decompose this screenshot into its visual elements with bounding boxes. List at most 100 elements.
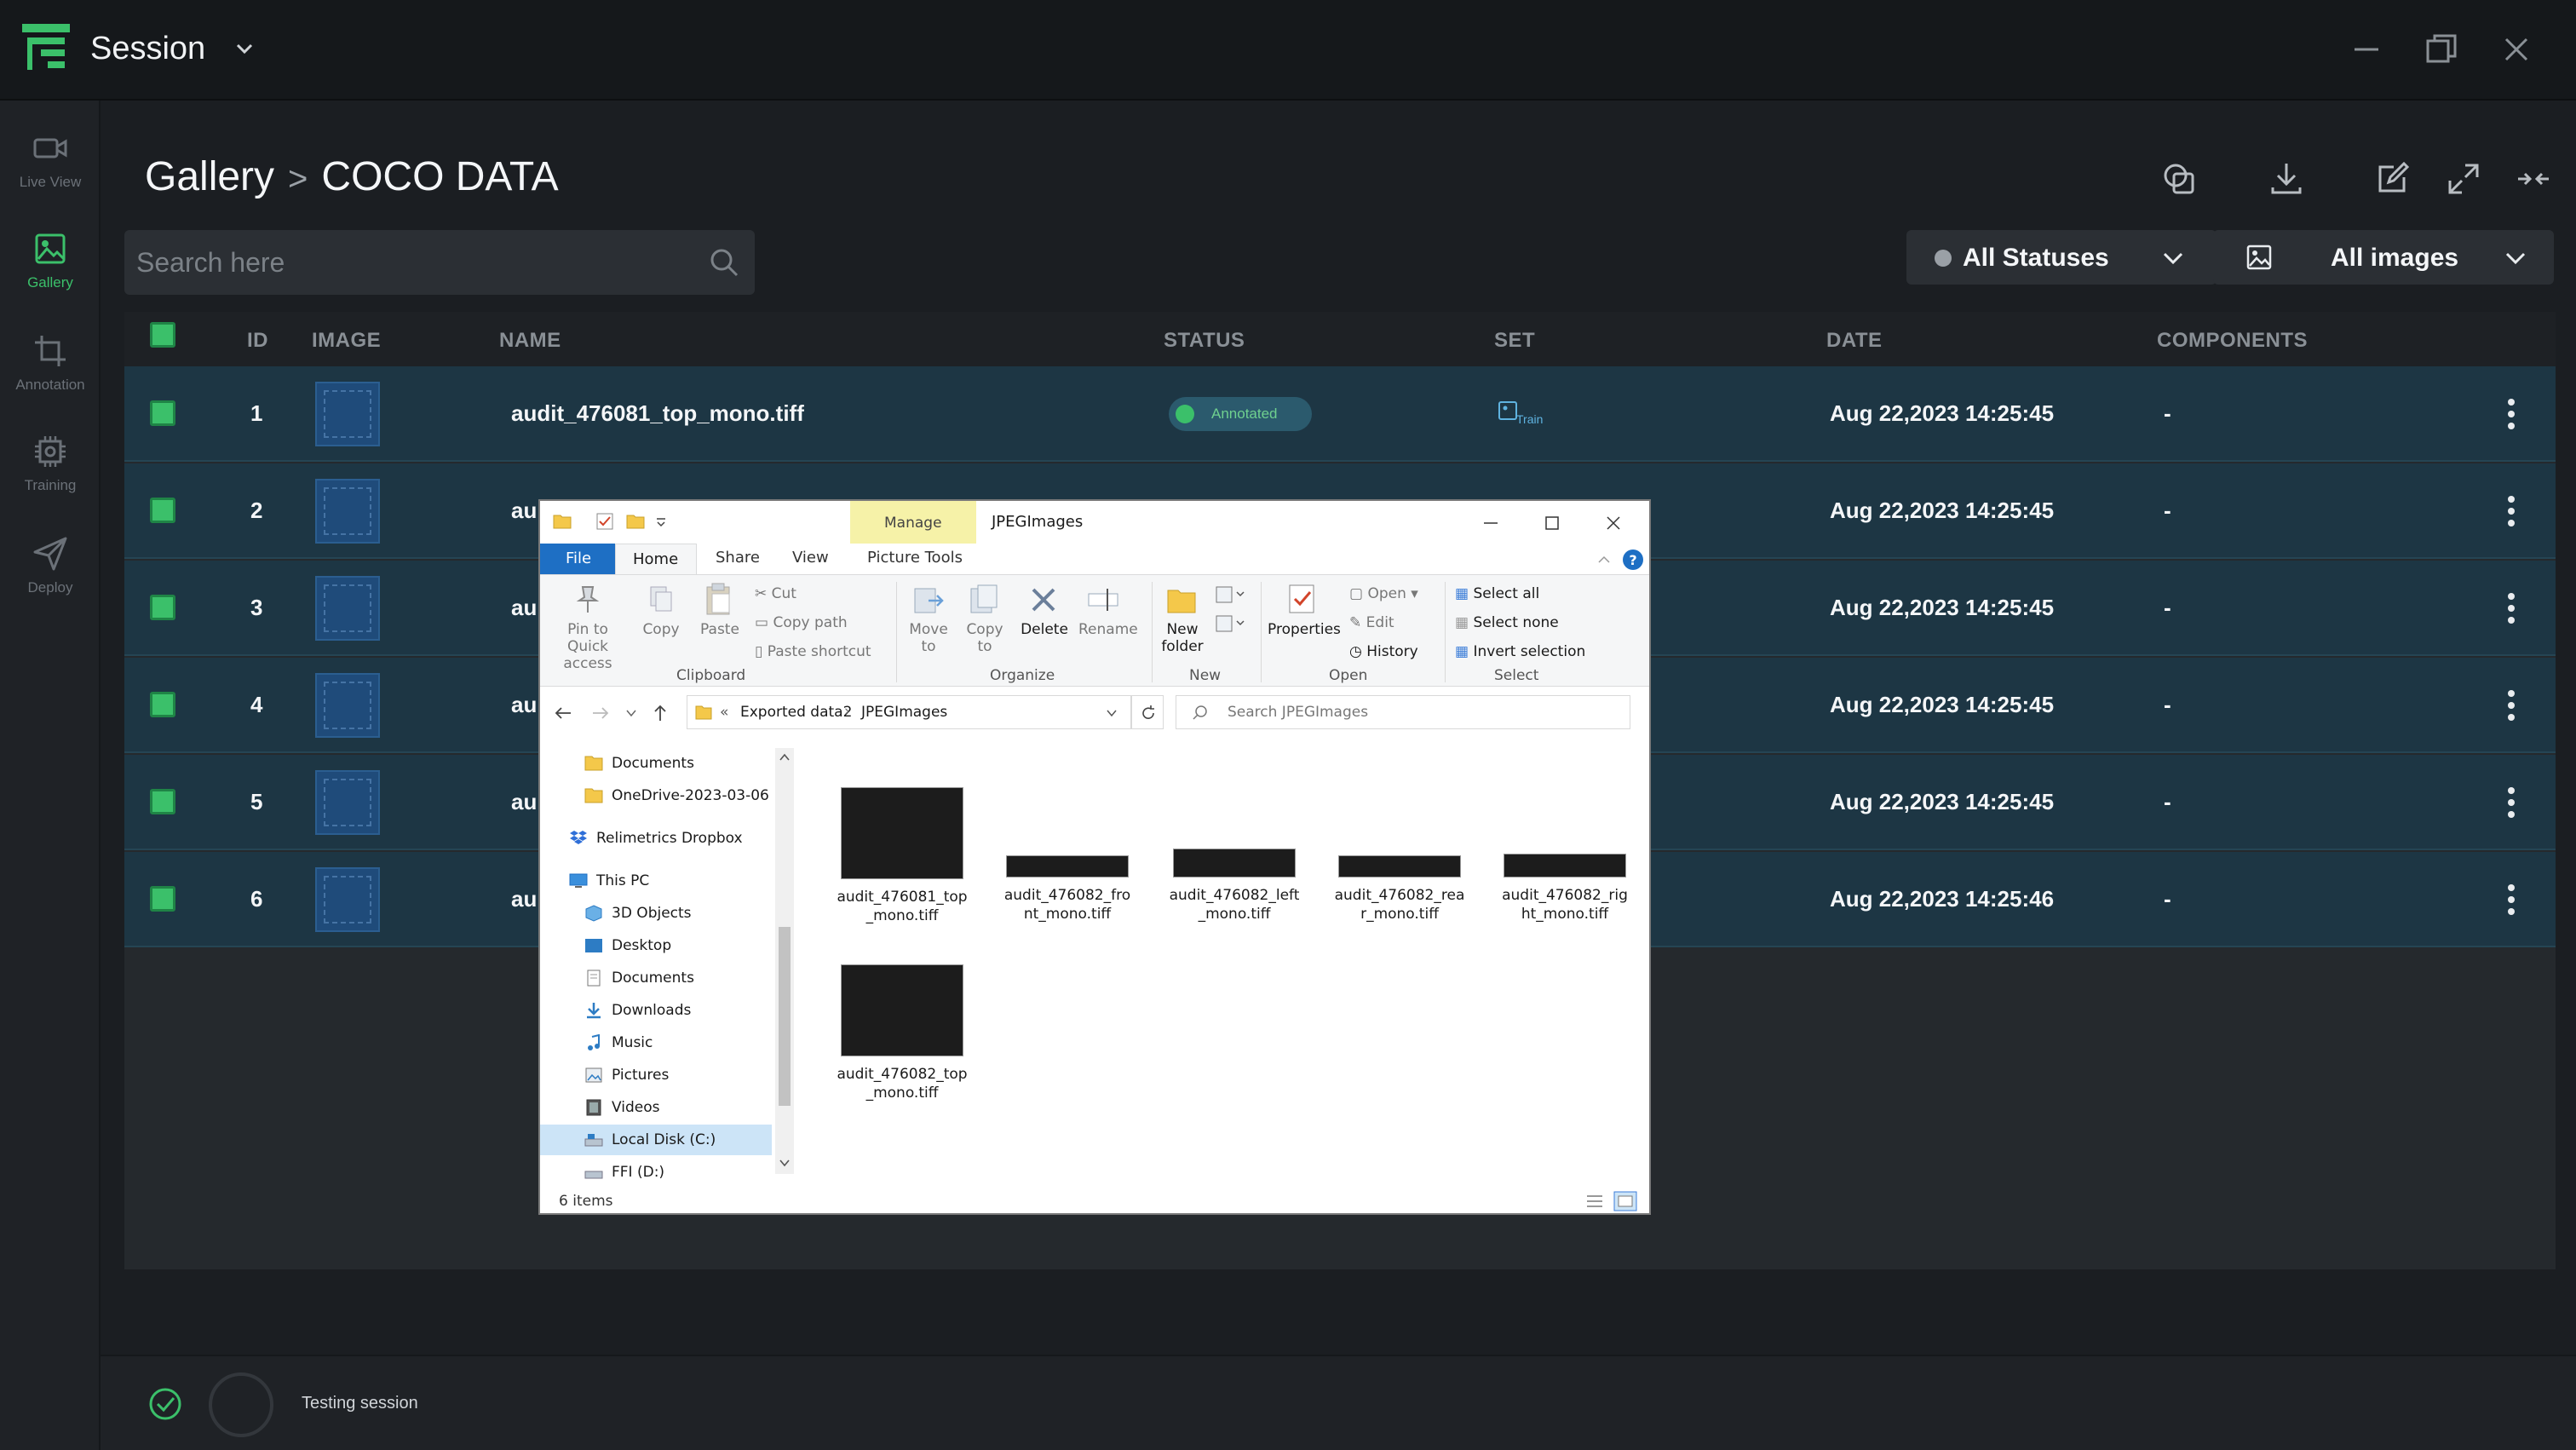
cut-button[interactable]: ✂ Cut — [755, 585, 796, 602]
copy-button[interactable]: Copy — [641, 621, 681, 638]
file-item[interactable]: audit_476082_rea r_mono.tiff — [1327, 855, 1472, 924]
nav-item-downloads[interactable]: Downloads — [540, 995, 772, 1026]
row-checkbox[interactable] — [150, 595, 175, 620]
rail-item-gallery[interactable]: Gallery — [0, 230, 101, 315]
more-options-icon[interactable] — [2506, 688, 2516, 722]
row-thumbnail[interactable] — [315, 867, 380, 932]
row-thumbnail[interactable] — [315, 576, 380, 641]
help-icon[interactable]: ? — [1622, 549, 1644, 571]
properties-button[interactable]: Properties — [1268, 621, 1341, 638]
rail-item-live-view[interactable]: Live View — [0, 129, 101, 215]
file-item[interactable]: audit_476082_rig ht_mono.tiff — [1492, 854, 1637, 924]
minimize-icon[interactable] — [2348, 31, 2385, 68]
file-item[interactable]: audit_476082_top _mono.tiff — [830, 964, 975, 1102]
edit-icon[interactable] — [2373, 160, 2411, 198]
move-to-button[interactable]: Move to — [905, 621, 952, 655]
more-options-icon[interactable] — [2506, 883, 2516, 917]
nav-item-music[interactable]: Music — [540, 1027, 772, 1058]
paste-button[interactable]: Paste — [697, 621, 743, 638]
rail-item-deploy[interactable]: Deploy — [0, 535, 101, 620]
column-header-date[interactable]: DATE — [1826, 329, 1883, 353]
more-options-icon[interactable] — [2506, 494, 2516, 528]
breadcrumb-gallery[interactable]: Gallery — [145, 154, 274, 199]
nav-item-documents-pc[interactable]: Documents — [540, 963, 772, 993]
delete-button[interactable]: Delete — [1019, 621, 1070, 638]
scroll-down-icon[interactable] — [779, 1157, 791, 1169]
chevron-down-icon[interactable] — [235, 39, 254, 58]
nav-item-ffi-drive[interactable]: FFI (D:) — [540, 1157, 772, 1182]
row-checkbox[interactable] — [150, 886, 175, 912]
scroll-up-icon[interactable] — [779, 751, 791, 763]
row-thumbnail[interactable] — [315, 382, 380, 446]
tab-home[interactable]: Home — [615, 544, 697, 576]
nav-item-onedrive[interactable]: OneDrive-2023-03-06 — [540, 780, 772, 811]
new-item-icons[interactable] — [1213, 582, 1249, 638]
quick-access-dropdown-icon[interactable] — [654, 515, 668, 528]
expand-icon[interactable] — [2445, 160, 2482, 198]
paste-shortcut-button[interactable]: ▯ Paste shortcut — [755, 643, 871, 660]
scroll-thumb[interactable] — [779, 927, 791, 1106]
column-header-set[interactable]: SET — [1494, 329, 1535, 353]
maximize-icon[interactable] — [1542, 513, 1562, 533]
row-checkbox[interactable] — [150, 400, 175, 426]
row-checkbox[interactable] — [150, 498, 175, 523]
up-arrow-icon[interactable] — [651, 704, 670, 722]
more-options-icon[interactable] — [2506, 397, 2516, 431]
address-segment-jpegimages[interactable]: JPEGImages — [861, 704, 947, 721]
file-item[interactable]: audit_476082_left _mono.tiff — [1162, 849, 1307, 924]
history-button[interactable]: ◷ History — [1349, 643, 1418, 660]
nav-item-videos[interactable]: Videos — [540, 1092, 772, 1123]
collapse-ribbon-icon[interactable] — [1596, 552, 1612, 567]
image-filter-dropdown[interactable]: All images — [2213, 230, 2554, 285]
tab-view[interactable]: View — [792, 549, 829, 567]
address-dropdown-icon[interactable] — [1105, 706, 1118, 720]
select-all-button[interactable]: ▦ Select all — [1455, 585, 1539, 602]
explorer-search-box[interactable]: Search JPEGImages — [1176, 695, 1630, 729]
column-header-components[interactable]: COMPONENTS — [2157, 329, 2308, 353]
more-options-icon[interactable] — [2506, 785, 2516, 820]
rail-item-training[interactable]: Training — [0, 433, 101, 518]
file-item[interactable]: audit_476081_top _mono.tiff — [830, 787, 975, 925]
close-icon[interactable] — [2498, 31, 2535, 68]
large-icons-view-icon[interactable] — [1613, 1191, 1637, 1211]
rail-item-annotation[interactable]: Annotation — [0, 332, 101, 417]
more-options-icon[interactable] — [2506, 591, 2516, 625]
nav-item-desktop[interactable]: Desktop — [540, 930, 772, 961]
close-icon[interactable] — [1603, 513, 1624, 533]
nav-item-dropbox[interactable]: Relimetrics Dropbox — [540, 823, 772, 854]
nav-item-local-disk[interactable]: Local Disk (C:) — [540, 1125, 772, 1155]
row-checkbox[interactable] — [150, 692, 175, 717]
row-thumbnail[interactable] — [315, 770, 380, 835]
download-icon[interactable] — [2268, 160, 2305, 198]
address-segment-exported-data2[interactable]: Exported data2 — [740, 704, 852, 721]
compare-icon[interactable] — [2160, 160, 2198, 198]
address-bar[interactable]: « Exported data2 › JPEGImages — [687, 695, 1131, 729]
back-arrow-icon[interactable] — [554, 704, 572, 722]
edit-button[interactable]: ✎ Edit — [1349, 614, 1394, 631]
file-item[interactable]: audit_476082_fro nt_mono.tiff — [995, 855, 1140, 924]
recent-locations-icon[interactable] — [625, 707, 637, 719]
table-row[interactable]: 1 audit_476081_top_mono.tiff Annotated T… — [124, 366, 2556, 462]
column-header-image[interactable]: IMAGE — [312, 329, 381, 353]
select-all-checkbox[interactable] — [150, 322, 175, 348]
select-none-button[interactable]: ▦ Select none — [1455, 614, 1559, 631]
collapse-icon[interactable] — [2515, 160, 2552, 198]
column-header-status[interactable]: STATUS — [1164, 329, 1245, 353]
refresh-button[interactable] — [1131, 695, 1164, 729]
nav-item-this-pc[interactable]: This PC — [540, 866, 772, 896]
tab-share[interactable]: Share — [716, 549, 760, 567]
copy-to-button[interactable]: Copy to — [961, 621, 1009, 655]
properties-check-icon[interactable] — [595, 511, 615, 532]
address-overflow[interactable]: « — [720, 704, 728, 721]
details-view-icon[interactable] — [1584, 1191, 1605, 1211]
column-header-id[interactable]: ID — [247, 329, 268, 353]
invert-selection-button[interactable]: ▦ Invert selection — [1455, 643, 1585, 660]
nav-item-3d-objects[interactable]: 3D Objects — [540, 898, 772, 929]
row-thumbnail[interactable] — [315, 673, 380, 738]
manage-context-tab[interactable]: Manage — [850, 501, 976, 544]
copy-path-button[interactable]: ▭ Copy path — [755, 614, 848, 631]
status-filter-dropdown[interactable]: All Statuses — [1906, 230, 2217, 285]
new-folder-icon[interactable] — [625, 511, 646, 532]
nav-item-pictures[interactable]: Pictures — [540, 1060, 772, 1090]
column-header-name[interactable]: NAME — [499, 329, 561, 353]
